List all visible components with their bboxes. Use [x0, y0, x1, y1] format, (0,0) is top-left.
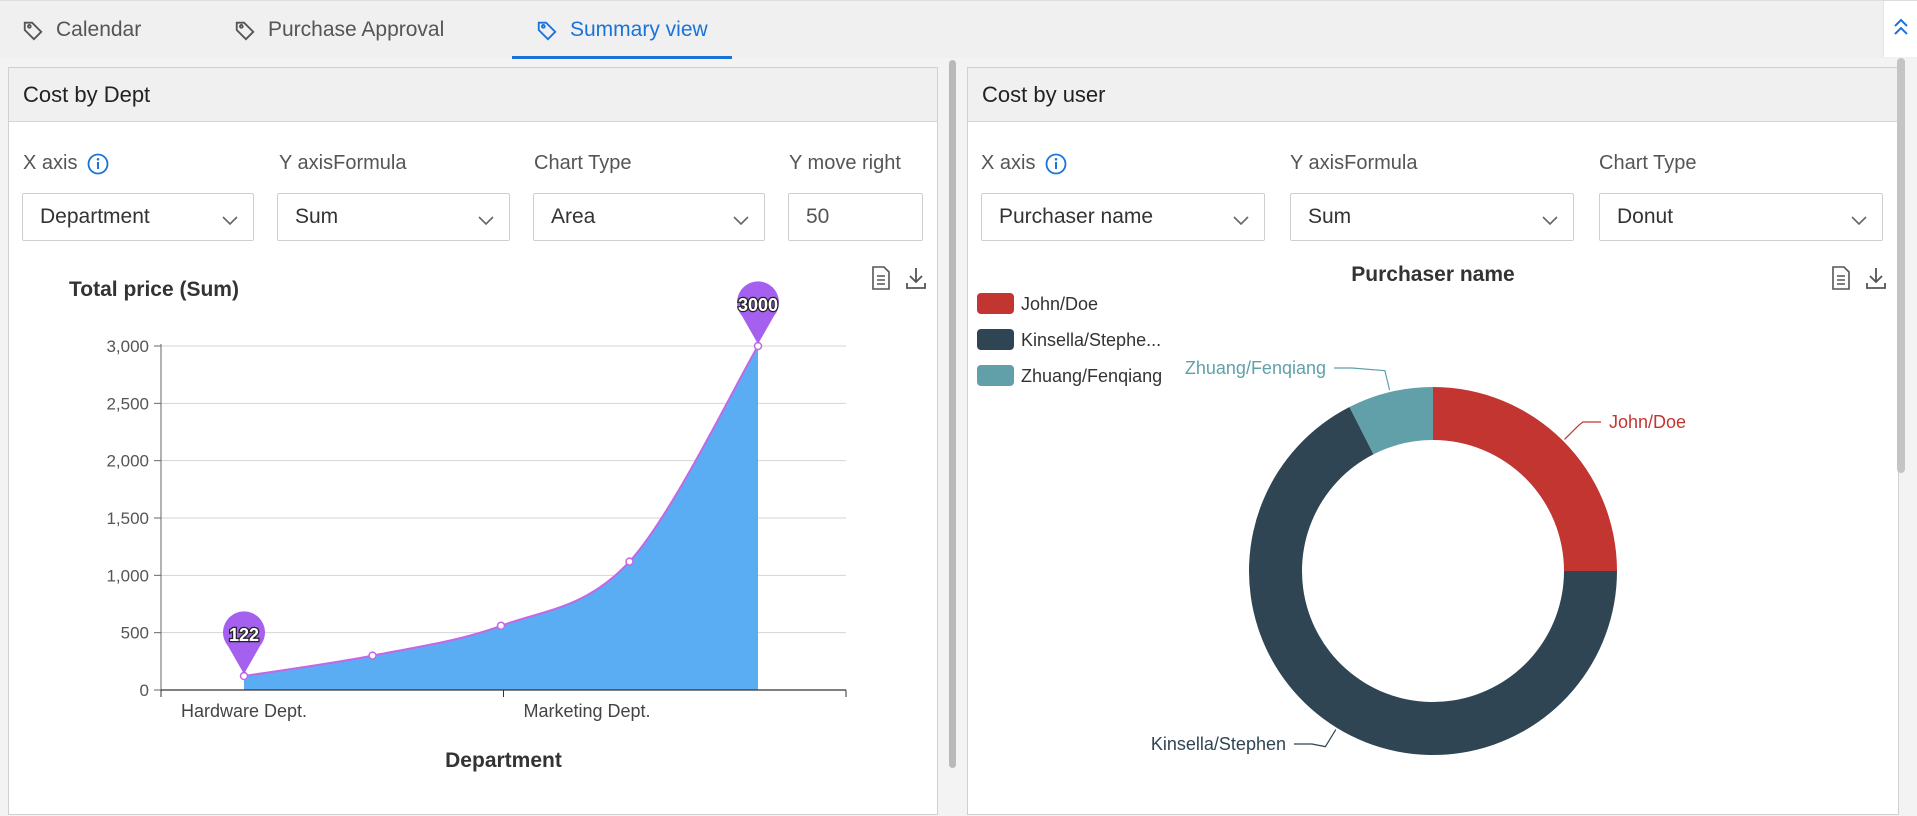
slice-leader-line	[1294, 729, 1337, 748]
legend-label: John/Doe	[1021, 294, 1098, 314]
cost-by-user-panel: Cost by user X axis Y axisFormula Chart …	[967, 67, 1899, 815]
legend-swatch	[977, 365, 1014, 386]
legend-label: Zhuang/Fenqiang	[1021, 366, 1162, 386]
legend-swatch	[977, 293, 1014, 314]
donut-chart: Purchaser name John/Doe Kinsella/Stephe...…	[977, 263, 1686, 756]
donut-slice	[1433, 387, 1617, 571]
legend-label: Kinsella/Stephe...	[1021, 330, 1161, 350]
slice-label: Kinsella/Stephen	[1151, 734, 1286, 754]
chart-title: Purchaser name	[1351, 263, 1514, 286]
slice-leader-line	[1564, 421, 1601, 440]
legend-swatch	[977, 329, 1014, 350]
right-scrollbar[interactable]	[1897, 58, 1905, 473]
slice-label: Zhuang/Fenqiang	[1185, 358, 1326, 378]
slice-leader-line	[1334, 367, 1391, 391]
slice-label: John/Doe	[1609, 412, 1686, 432]
